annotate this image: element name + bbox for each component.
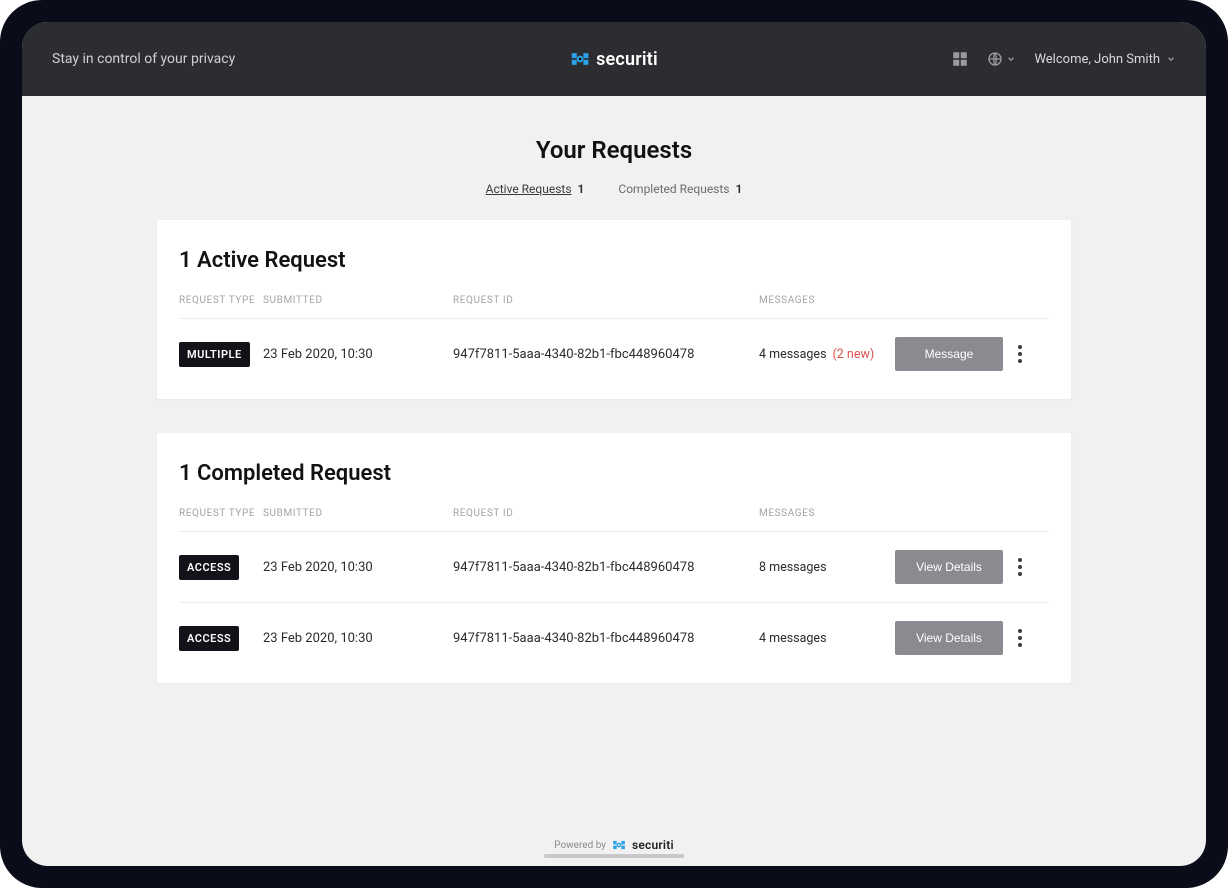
powered-by-text: Powered by [554, 840, 606, 851]
col-header-id: REQUEST ID [453, 295, 759, 306]
card-title: 1 Completed Request [179, 461, 1049, 486]
footer-brand: securiti [632, 838, 674, 852]
tab-active-requests[interactable]: Active Requests 1 [486, 182, 585, 196]
table-row: MULTIPLE 23 Feb 2020, 10:30 947f7811-5aa… [179, 318, 1049, 389]
brand-logo[interactable]: securiti [570, 49, 658, 70]
messages-cell: 4 messages (2 new) [759, 347, 895, 362]
table-row: ACCESS 23 Feb 2020, 10:30 947f7811-5aaa-… [179, 602, 1049, 673]
dashboard-icon[interactable] [951, 50, 969, 68]
col-header-messages: MESSAGES [759, 508, 895, 519]
active-requests-card: 1 Active Request REQUEST TYPE SUBMITTED … [157, 220, 1071, 399]
col-header-id: REQUEST ID [453, 508, 759, 519]
row-menu-button[interactable] [1005, 339, 1035, 369]
main-content: Your Requests Active Requests 1 Complete… [22, 96, 1206, 832]
row-menu-button[interactable] [1005, 552, 1035, 582]
request-type-badge: ACCESS [179, 626, 239, 651]
col-header-submitted: SUBMITTED [263, 295, 453, 306]
col-header-submitted: SUBMITTED [263, 508, 453, 519]
header-right: Welcome, John Smith [951, 50, 1176, 68]
tab-label: Active Requests [486, 182, 572, 196]
request-type-badge: MULTIPLE [179, 342, 250, 367]
language-selector[interactable] [987, 51, 1016, 67]
brand-name: securiti [596, 49, 658, 70]
col-header-type: REQUEST TYPE [179, 295, 263, 306]
welcome-text: Welcome, John Smith [1034, 52, 1160, 67]
submitted-cell: 23 Feb 2020, 10:30 [263, 347, 453, 362]
tab-label: Completed Requests [618, 182, 729, 196]
request-id-cell: 947f7811-5aaa-4340-82b1-fbc448960478 [453, 631, 759, 646]
chevron-down-icon [1166, 54, 1176, 64]
user-menu[interactable]: Welcome, John Smith [1034, 52, 1176, 67]
row-menu-button[interactable] [1005, 623, 1035, 653]
footer: Powered by securiti [22, 832, 1206, 866]
view-details-button[interactable]: View Details [895, 550, 1003, 584]
message-button[interactable]: Message [895, 337, 1003, 371]
chevron-down-icon [1006, 54, 1016, 64]
device-screen: Stay in control of your privacy securiti [22, 22, 1206, 866]
submitted-cell: 23 Feb 2020, 10:30 [263, 560, 453, 575]
home-indicator [544, 854, 684, 858]
request-id-cell: 947f7811-5aaa-4340-82b1-fbc448960478 [453, 560, 759, 575]
col-header-type: REQUEST TYPE [179, 508, 263, 519]
request-tabs: Active Requests 1 Completed Requests 1 [22, 182, 1206, 196]
app-header: Stay in control of your privacy securiti [22, 22, 1206, 96]
tab-completed-requests[interactable]: Completed Requests 1 [618, 182, 742, 196]
page-title: Your Requests [22, 136, 1206, 164]
securiti-logo-icon [570, 49, 590, 69]
messages-cell: 8 messages [759, 560, 895, 575]
tab-count: 1 [578, 182, 585, 196]
tab-count: 1 [736, 182, 743, 196]
device-frame: Stay in control of your privacy securiti [0, 0, 1228, 888]
securiti-logo-icon [612, 838, 626, 852]
new-messages-badge: (2 new) [833, 347, 875, 362]
col-header-messages: MESSAGES [759, 295, 895, 306]
completed-requests-card: 1 Completed Request REQUEST TYPE SUBMITT… [157, 433, 1071, 683]
submitted-cell: 23 Feb 2020, 10:30 [263, 631, 453, 646]
view-details-button[interactable]: View Details [895, 621, 1003, 655]
card-title: 1 Active Request [179, 248, 1049, 273]
request-id-cell: 947f7811-5aaa-4340-82b1-fbc448960478 [453, 347, 759, 362]
request-type-badge: ACCESS [179, 555, 239, 580]
table-header: REQUEST TYPE SUBMITTED REQUEST ID MESSAG… [179, 295, 1049, 318]
header-tagline: Stay in control of your privacy [52, 51, 235, 67]
table-row: ACCESS 23 Feb 2020, 10:30 947f7811-5aaa-… [179, 531, 1049, 602]
table-header: REQUEST TYPE SUBMITTED REQUEST ID MESSAG… [179, 508, 1049, 531]
messages-cell: 4 messages [759, 631, 895, 646]
